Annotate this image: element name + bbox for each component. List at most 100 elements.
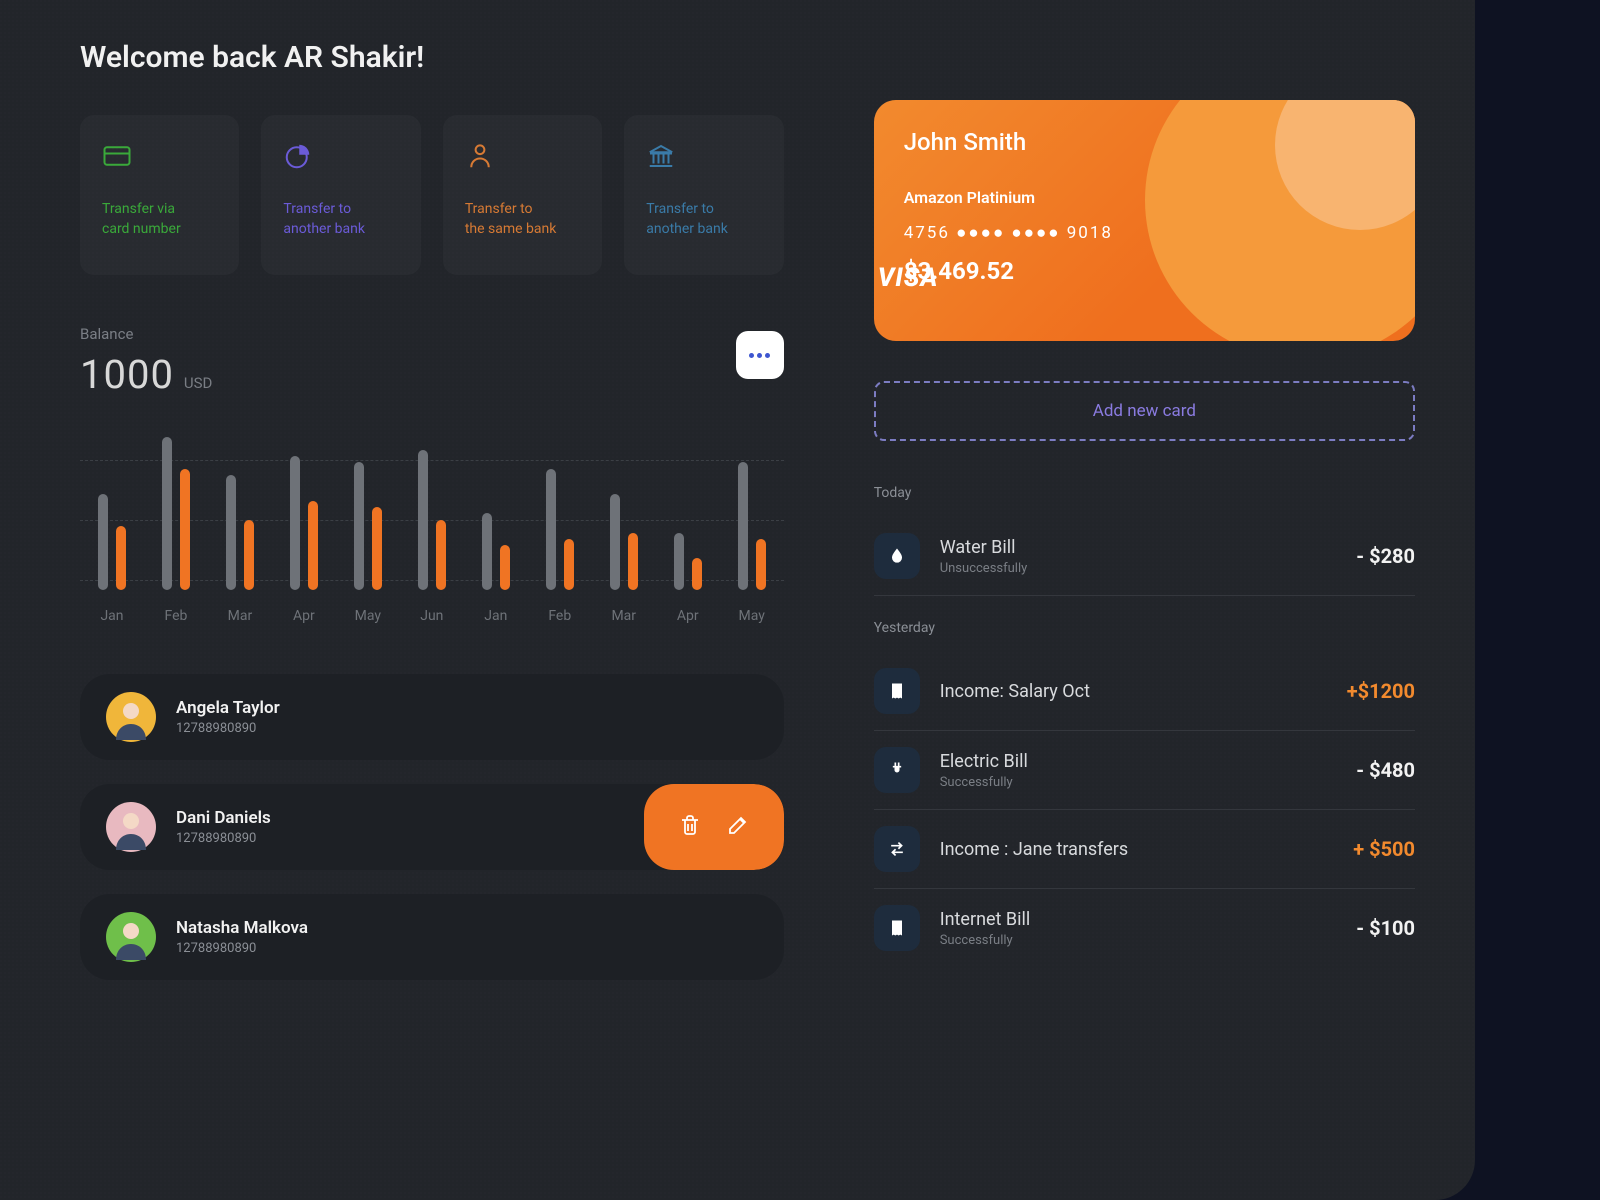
tx-amount: - $480 (1356, 758, 1415, 782)
tx-subtitle: Unsuccessfully (940, 561, 1337, 576)
tx-info: Internet Bill Successfully (940, 909, 1337, 948)
plug-icon (874, 747, 920, 793)
trash-icon[interactable] (678, 813, 702, 841)
right-column: John Smith Amazon Platinium 4756 ●●●● ●●… (874, 40, 1415, 1140)
chart-bar-orange (308, 501, 318, 590)
avatar (106, 912, 156, 962)
chart-x-label: Jan (464, 608, 528, 624)
contact-row[interactable]: Angela Taylor 12788980890 (80, 674, 784, 760)
balance-label: Balance (80, 325, 784, 343)
chart-bar-orange (628, 533, 638, 590)
chart-x-label: Jun (400, 608, 464, 624)
tx-group-label: Today (874, 485, 1415, 501)
balance-value-row: 1000 USD (80, 351, 784, 398)
chart-bar-orange (116, 526, 126, 590)
tx-subtitle: Successfully (940, 775, 1337, 790)
chart-bar-orange (436, 520, 446, 590)
chart-bar-gray (290, 456, 300, 590)
avatar (106, 692, 156, 742)
chart-bar-gray (610, 494, 620, 590)
action-label: Transfer tothe same bank (465, 199, 580, 240)
action-label: Transfer toanother bank (646, 199, 761, 240)
tx-title: Electric Bill (940, 751, 1337, 772)
transaction-row[interactable]: Water BillUnsuccessfully - $280 (874, 517, 1415, 596)
card-number: 4756 ●●●● ●●●● 9018 (904, 223, 1385, 243)
card-network: VISA (878, 263, 1359, 293)
contact-row[interactable]: Natasha Malkova12788980890 (80, 894, 784, 980)
receipt-icon (874, 668, 920, 714)
quick-actions: Transfer viacard number Transfer toanothe… (80, 115, 784, 275)
contacts-list: Angela Taylor 12788980890 Dani Daniels 1278… (80, 674, 784, 980)
add-card-button[interactable]: Add new card (874, 381, 1415, 441)
tx-group-label: Yesterday (874, 620, 1415, 636)
chart-x-label: Mar (208, 608, 272, 624)
chart-x-label: Apr (656, 608, 720, 624)
chart-bar-gray (738, 462, 748, 590)
avatar (106, 802, 156, 852)
contact-name: Dani Daniels (176, 808, 271, 828)
chart-bar-orange (372, 507, 382, 590)
action-tile[interactable]: Transfer viacard number (80, 115, 239, 275)
card-holder: John Smith (904, 128, 1385, 156)
tx-amount: - $280 (1356, 544, 1415, 568)
chart-bar-group (720, 424, 784, 590)
tx-title: Internet Bill (940, 909, 1337, 930)
tx-info: Electric Bill Successfully (940, 751, 1337, 790)
balance-currency: USD (184, 374, 212, 392)
edit-icon[interactable] (726, 813, 750, 841)
dashboard: Welcome back AR Shakir! Transfer viacard… (0, 0, 1475, 1200)
transaction-row[interactable]: Internet Bill Successfully - $100 (874, 889, 1415, 967)
pie-chart-icon (283, 141, 313, 171)
contact-number: 12788980890 (176, 831, 271, 846)
tx-amount: +$1200 (1347, 679, 1415, 703)
person-icon (465, 141, 495, 171)
contact-info: Dani Daniels 12788980890 (176, 808, 271, 846)
chart-bar-orange (756, 539, 766, 590)
action-tile[interactable]: Transfer toanother bank (624, 115, 783, 275)
transactions: Today Water BillUnsuccessfully - $280 Yeste… (874, 485, 1415, 967)
contact-number: 12788980890 (176, 721, 280, 736)
contact-info: Natasha Malkova12788980890 (176, 918, 308, 956)
chart-bar-gray (482, 513, 492, 590)
card-brand: Amazon Platinium (904, 188, 1385, 207)
balance-block: Balance 1000 USD JanFebMarAprMayJunJanFe… (80, 325, 784, 624)
chart-bar-orange (244, 520, 254, 590)
chart-bar-orange (692, 558, 702, 590)
contact-number: 12788980890 (176, 941, 308, 956)
tx-amount: + $500 (1353, 837, 1415, 861)
action-label: Transfer toanother bank (283, 199, 398, 240)
credit-card-icon (102, 141, 132, 171)
chart-bar-group (80, 424, 144, 590)
chart-bar-group (272, 424, 336, 590)
contact-swipe-actions (644, 784, 784, 870)
chart-bar-gray (226, 475, 236, 590)
contact-name: Angela Taylor (176, 698, 280, 718)
receipt-icon (874, 905, 920, 951)
chart-bar-orange (564, 539, 574, 590)
bank-icon (646, 141, 676, 171)
action-tile[interactable]: Transfer tothe same bank (443, 115, 602, 275)
chart-bar-group (400, 424, 464, 590)
chart-x-label: Feb (144, 608, 208, 624)
balance-chart: JanFebMarAprMayJunJanFebMarAprMay (80, 424, 784, 624)
chart-bar-gray (418, 450, 428, 590)
chart-bar-orange (180, 469, 190, 590)
balance-value: 1000 (80, 351, 174, 398)
transaction-row[interactable]: Electric Bill Successfully - $480 (874, 731, 1415, 810)
tx-info: Income: Salary Oct (940, 681, 1327, 702)
chart-x-labels: JanFebMarAprMayJunJanFebMarAprMay (80, 608, 784, 624)
tx-title: Income : Jane transfers (940, 839, 1334, 860)
tx-subtitle: Successfully (940, 933, 1337, 948)
transaction-row[interactable]: Income: Salary Oct +$1200 (874, 652, 1415, 731)
credit-card[interactable]: John Smith Amazon Platinium 4756 ●●●● ●●… (874, 100, 1415, 341)
chart-bar-group (208, 424, 272, 590)
welcome-heading: Welcome back AR Shakir! (80, 40, 784, 75)
tx-info: Water BillUnsuccessfully (940, 537, 1337, 576)
more-button[interactable] (736, 331, 784, 379)
chart-bar-group (336, 424, 400, 590)
transaction-row[interactable]: Income : Jane transfers + $500 (874, 810, 1415, 889)
contact-row[interactable]: Dani Daniels 12788980890 (80, 784, 784, 870)
tx-title: Income: Salary Oct (940, 681, 1327, 702)
tx-amount: - $100 (1356, 916, 1415, 940)
action-tile[interactable]: Transfer toanother bank (261, 115, 420, 275)
